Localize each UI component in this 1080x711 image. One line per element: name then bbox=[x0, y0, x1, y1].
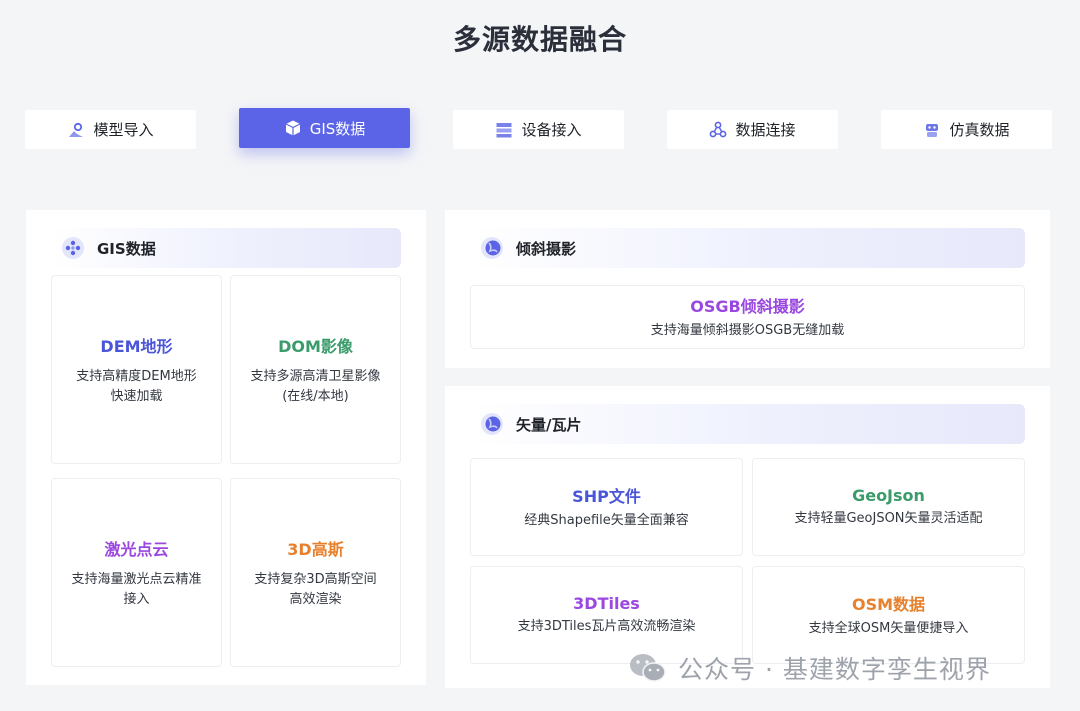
card-title: 激光点云 bbox=[104, 539, 169, 559]
robot-icon bbox=[923, 121, 941, 139]
card-desc: 支持复杂3D高斯空间 高效渲染 bbox=[254, 571, 377, 607]
gis-panel-header: GIS数据 bbox=[51, 228, 401, 268]
card-title: DEM地形 bbox=[100, 336, 173, 356]
tab-label: 设备接入 bbox=[521, 121, 582, 139]
globe-icon bbox=[478, 234, 512, 262]
card-title: GeoJson bbox=[852, 485, 925, 505]
card-desc: 支持3DTiles瓦片高效流畅渲染 bbox=[517, 618, 696, 634]
tab-bar: 模型导入 GIS数据 设备接入 数据连接 仿真数据 bbox=[0, 0, 1080, 200]
card-shp[interactable]: SHP文件 经典Shapefile矢量全面兼容 bbox=[470, 458, 743, 556]
oblique-panel: 倾斜摄影 OSGB倾斜摄影 支持海量倾斜摄影OSGB无缝加载 bbox=[445, 210, 1050, 368]
card-desc: 支持海量激光点云精准 接入 bbox=[71, 571, 202, 607]
vector-panel: 矢量/瓦片 SHP文件 经典Shapefile矢量全面兼容 GeoJson 支持… bbox=[445, 386, 1050, 688]
tab-device-access[interactable]: 设备接入 bbox=[453, 110, 624, 149]
tab-data-connection[interactable]: 数据连接 bbox=[667, 110, 838, 149]
model-import-icon bbox=[67, 121, 85, 139]
vector-panel-title: 矢量/瓦片 bbox=[516, 415, 582, 434]
card-title: OSGB倾斜摄影 bbox=[690, 297, 805, 316]
card-desc: 支持高精度DEM地形 快速加载 bbox=[76, 368, 197, 404]
watermark: 公众号 · 基建数字孪生视界 bbox=[628, 650, 991, 686]
card-3d-gaussian[interactable]: 3D高斯 支持复杂3D高斯空间 高效渲染 bbox=[230, 478, 401, 667]
watermark-text: 公众号 · 基建数字孪生视界 bbox=[678, 655, 991, 684]
card-title: SHP文件 bbox=[572, 487, 641, 506]
card-dom[interactable]: DOM影像 支持多源高清卫星影像 (在线/本地) bbox=[230, 275, 401, 464]
card-desc: 支持全球OSM矢量便捷导入 bbox=[808, 621, 969, 636]
tab-label: GIS数据 bbox=[309, 119, 366, 138]
card-title: 3D高斯 bbox=[287, 539, 344, 559]
card-desc: 经典Shapefile矢量全面兼容 bbox=[524, 513, 689, 528]
oblique-panel-title: 倾斜摄影 bbox=[516, 239, 577, 258]
card-point-cloud[interactable]: 激光点云 支持海量激光点云精准 接入 bbox=[51, 478, 222, 667]
vector-panel-header: 矢量/瓦片 bbox=[470, 404, 1025, 444]
card-geojson[interactable]: GeoJson 支持轻量GeoJSON矢量灵活适配 bbox=[752, 458, 1025, 556]
tab-label: 模型导入 bbox=[93, 121, 154, 139]
card-dem[interactable]: DEM地形 支持高精度DEM地形 快速加载 bbox=[51, 275, 222, 464]
card-desc: 支持轻量GeoJSON矢量灵活适配 bbox=[794, 510, 983, 526]
card-osgb[interactable]: OSGB倾斜摄影 支持海量倾斜摄影OSGB无缝加载 bbox=[470, 285, 1025, 349]
card-title: 3DTiles bbox=[573, 593, 640, 613]
tab-model-import[interactable]: 模型导入 bbox=[25, 110, 196, 149]
device-icon bbox=[495, 121, 513, 139]
oblique-panel-header: 倾斜摄影 bbox=[470, 228, 1025, 268]
dots-icon bbox=[59, 234, 93, 262]
tab-gis-data[interactable]: GIS数据 bbox=[239, 108, 410, 148]
connection-icon bbox=[709, 121, 727, 139]
globe-icon bbox=[478, 410, 512, 438]
cube-icon bbox=[284, 119, 302, 137]
card-title: DOM影像 bbox=[278, 336, 353, 356]
tab-simulation-data[interactable]: 仿真数据 bbox=[881, 110, 1052, 149]
card-title: OSM数据 bbox=[851, 595, 926, 614]
wechat-icon bbox=[628, 651, 668, 685]
tab-label: 数据连接 bbox=[735, 121, 796, 139]
card-desc: 支持海量倾斜摄影OSGB无缝加载 bbox=[650, 323, 845, 338]
card-desc: 支持多源高清卫星影像 (在线/本地) bbox=[250, 368, 381, 404]
gis-panel: GIS数据 DEM地形 支持高精度DEM地形 快速加载 DOM影像 支持多源高清… bbox=[26, 210, 426, 685]
gis-panel-title: GIS数据 bbox=[97, 239, 156, 258]
tab-label: 仿真数据 bbox=[949, 121, 1010, 139]
